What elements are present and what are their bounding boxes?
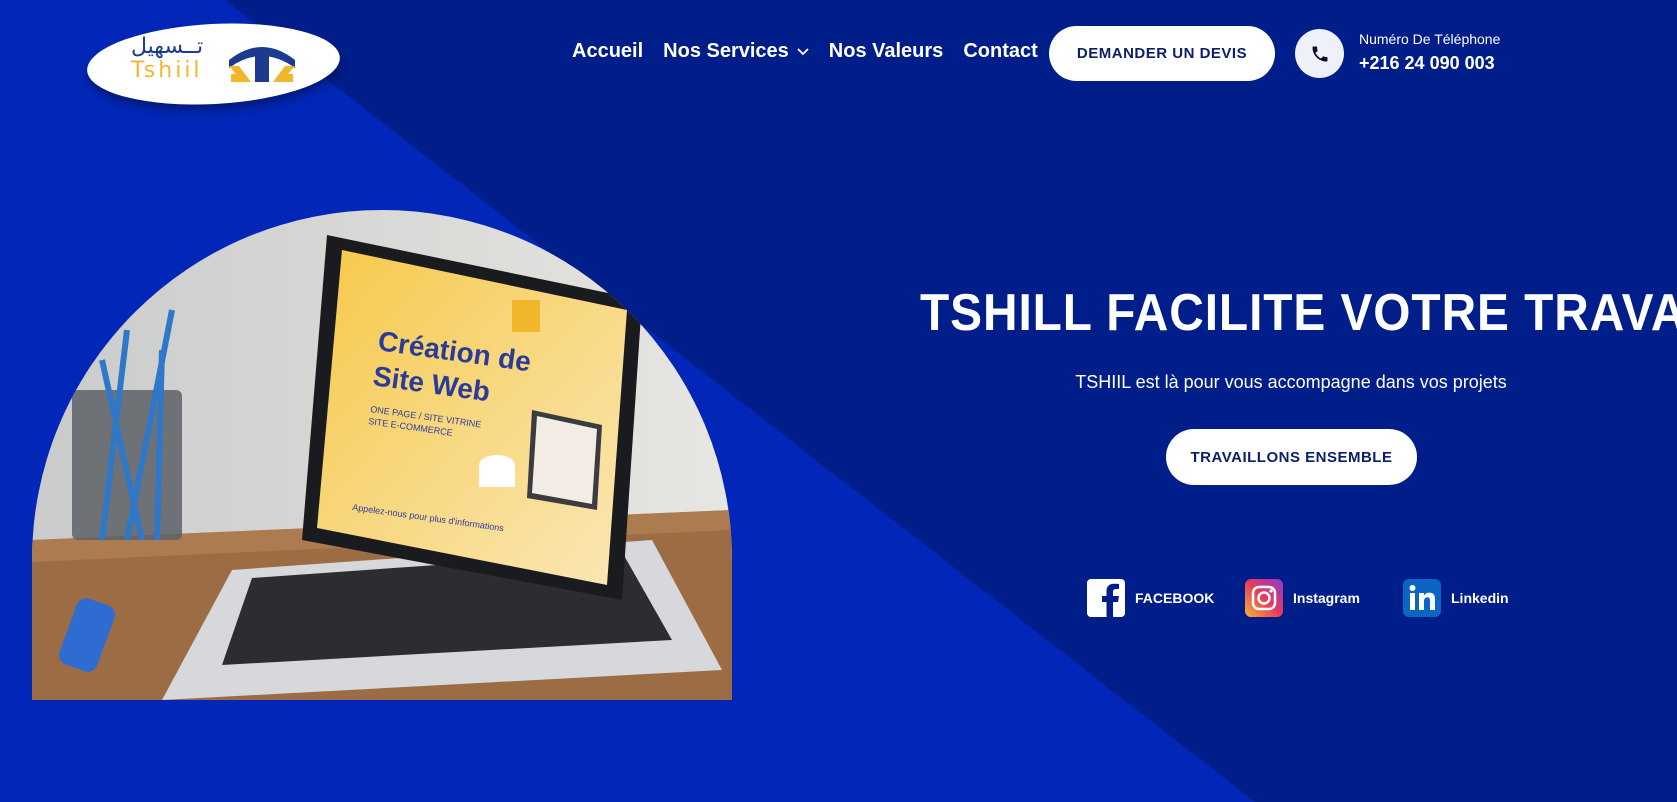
phone-button[interactable] bbox=[1295, 29, 1344, 78]
main-nav: Accueil Nos Services Nos Valeurs Contact bbox=[572, 40, 1058, 63]
nav-contact-label: Contact bbox=[963, 40, 1038, 62]
instagram-icon bbox=[1245, 579, 1283, 617]
logo-arabic-text: تــسهيل bbox=[131, 34, 204, 59]
chevron-down-icon bbox=[797, 47, 809, 55]
phone-number[interactable]: +216 24 090 003 bbox=[1359, 53, 1495, 74]
phone-label: Numéro De Téléphone bbox=[1359, 31, 1501, 47]
logo-latin-text: Tshiil bbox=[131, 58, 203, 83]
social-facebook-label: FACEBOOK bbox=[1135, 590, 1215, 606]
phone-icon bbox=[1312, 46, 1327, 61]
nav-nos-valeurs-label: Nos Valeurs bbox=[828, 40, 944, 62]
social-instagram-label: Instagram bbox=[1293, 590, 1360, 606]
request-quote-button[interactable]: DEMANDER UN DEVIS bbox=[1049, 26, 1275, 81]
nav-nos-valeurs[interactable]: Nos Valeurs bbox=[829, 40, 944, 63]
nav-nos-services-label: Nos Services bbox=[663, 40, 789, 62]
hero-subtitle: TSHIIL est là pour vous accompagne dans … bbox=[1075, 372, 1507, 392]
social-linkedin-link[interactable]: Linkedin bbox=[1403, 579, 1509, 617]
hero-laptop-image: Création de Site Web ONE PAGE / SITE VIT… bbox=[32, 210, 732, 700]
social-facebook-link[interactable]: FACEBOOK bbox=[1087, 579, 1214, 617]
logo[interactable]: تــسهيل Tshiil bbox=[87, 24, 340, 104]
tshiil-logo-mark-icon bbox=[229, 47, 295, 82]
work-together-button[interactable]: TRAVAILLONS ENSEMBLE bbox=[1166, 429, 1417, 485]
nav-accueil[interactable]: Accueil bbox=[572, 40, 643, 63]
social-linkedin-label: Linkedin bbox=[1451, 590, 1509, 606]
nav-nos-services[interactable]: Nos Services bbox=[663, 40, 809, 63]
nav-contact[interactable]: Contact bbox=[963, 40, 1037, 63]
social-instagram-link[interactable]: Instagram bbox=[1245, 579, 1360, 617]
facebook-icon bbox=[1087, 579, 1125, 617]
hero-title: TSHILL FACILITE VOTRE TRAVAIL bbox=[920, 284, 1677, 342]
linkedin-icon bbox=[1403, 579, 1441, 617]
nav-accueil-label: Accueil bbox=[572, 40, 644, 62]
